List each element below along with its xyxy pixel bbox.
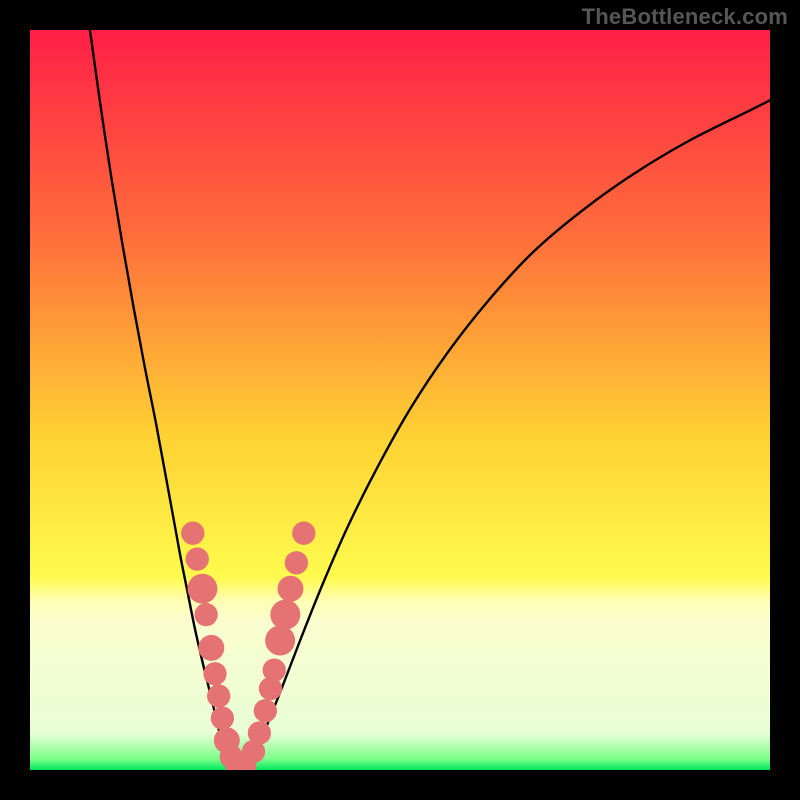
marker-point [263, 658, 286, 681]
marker-point [207, 684, 230, 707]
marker-point [277, 576, 303, 602]
marker-point [265, 626, 295, 656]
chart-svg [30, 30, 770, 770]
marker-point [186, 547, 209, 570]
marker-point [270, 600, 300, 630]
marker-point [211, 707, 234, 730]
marker-group [181, 522, 315, 770]
marker-point [198, 635, 224, 661]
marker-point [248, 721, 271, 744]
bottleneck-curve [90, 30, 770, 770]
marker-point [203, 662, 226, 685]
marker-point [187, 574, 217, 604]
marker-point [285, 551, 308, 574]
marker-point [181, 522, 204, 545]
plot-area [30, 30, 770, 770]
marker-point [292, 522, 315, 545]
marker-point [254, 699, 277, 722]
marker-point [194, 603, 217, 626]
outer-frame: TheBottleneck.com [0, 0, 800, 800]
watermark-text: TheBottleneck.com [582, 4, 788, 30]
